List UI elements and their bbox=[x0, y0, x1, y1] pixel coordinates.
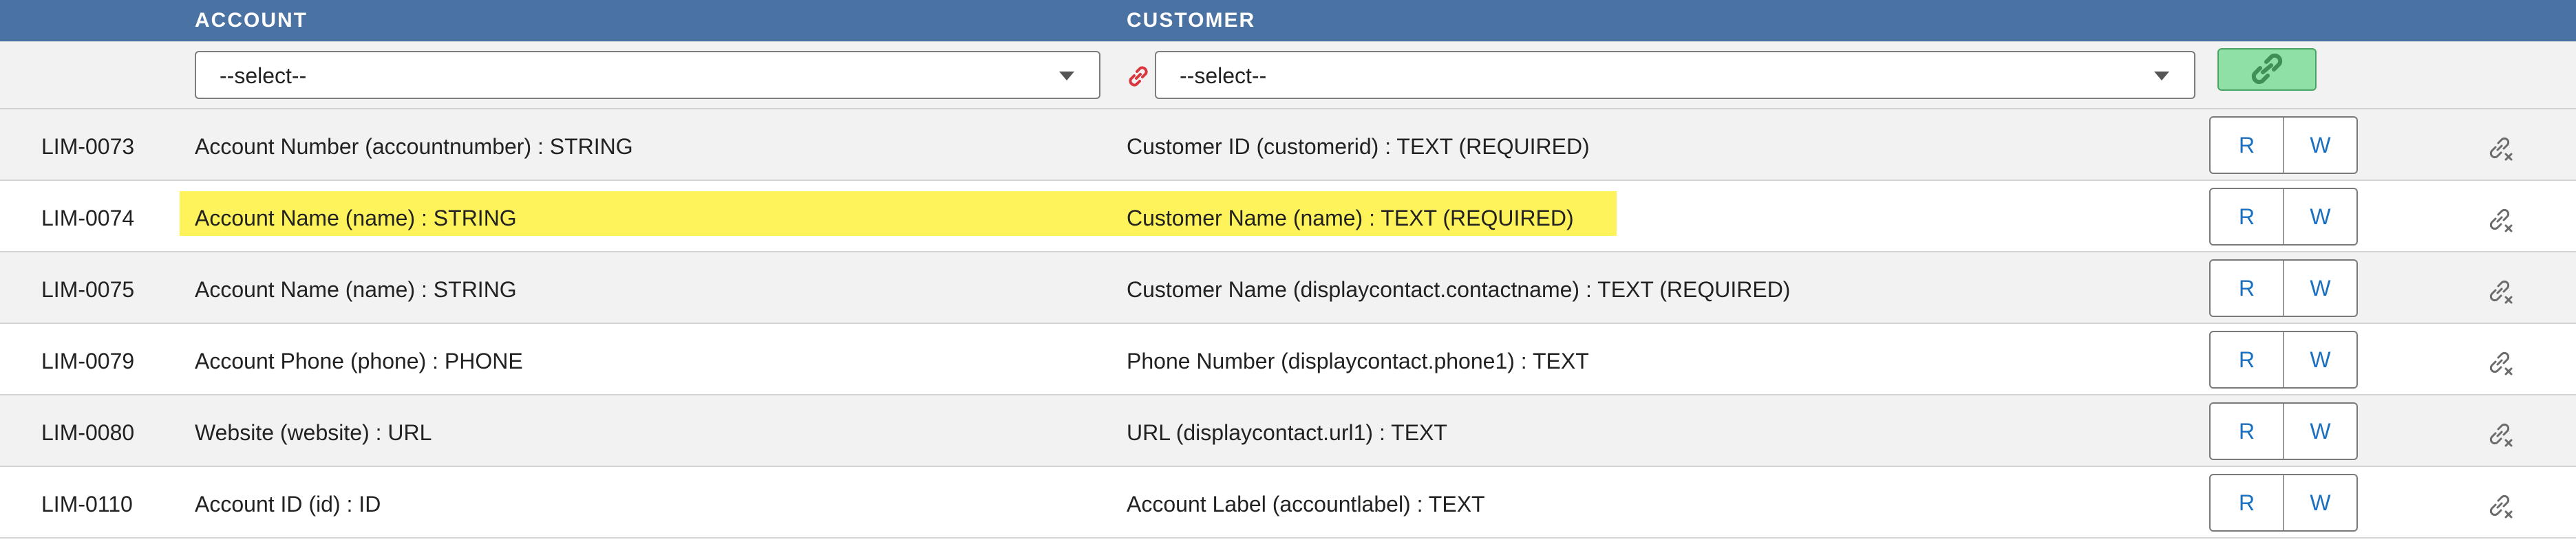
mapping-id: LIM-0110 bbox=[41, 492, 133, 516]
read-write-toggle: R W bbox=[2209, 402, 2358, 460]
read-write-toggle: R W bbox=[2209, 188, 2358, 246]
mapping-table: ACCOUNT CUSTOMER --select-- --select-- L… bbox=[0, 0, 2576, 544]
customer-select-value: --select-- bbox=[1180, 63, 1267, 88]
account-select-value: --select-- bbox=[220, 63, 307, 88]
unlink-icon[interactable] bbox=[2487, 135, 2515, 163]
customer-field: Customer Name (name) : TEXT (REQUIRED) bbox=[1127, 206, 1574, 230]
account-field: Website (website) : URL bbox=[195, 420, 432, 445]
chevron-down-icon bbox=[1059, 72, 1074, 80]
read-button[interactable]: R bbox=[2211, 261, 2284, 316]
chain-link-icon bbox=[1129, 66, 1148, 87]
filter-row: --select-- --select-- bbox=[0, 41, 2576, 109]
customer-field-select[interactable]: --select-- bbox=[1155, 51, 2195, 99]
account-field: Account Name (name) : STRING bbox=[195, 277, 517, 302]
customer-field: URL (displaycontact.url1) : TEXT bbox=[1127, 420, 1447, 445]
unlink-icon[interactable] bbox=[2487, 350, 2515, 378]
read-write-toggle: R W bbox=[2209, 331, 2358, 389]
account-field: Account Number (accountnumber) : STRING bbox=[195, 134, 633, 159]
mapping-id: LIM-0079 bbox=[41, 349, 135, 373]
read-button[interactable]: R bbox=[2211, 404, 2284, 459]
mapping-id: LIM-0073 bbox=[41, 134, 135, 159]
account-field: Account ID (id) : ID bbox=[195, 492, 381, 516]
customer-field: Phone Number (displaycontact.phone1) : T… bbox=[1127, 349, 1589, 373]
table-row: LIM-0073 Account Number (accountnumber) … bbox=[0, 109, 2576, 181]
write-button[interactable]: W bbox=[2284, 475, 2356, 530]
read-write-toggle: R W bbox=[2209, 259, 2358, 317]
read-write-toggle: R W bbox=[2209, 116, 2358, 174]
read-write-toggle: R W bbox=[2209, 474, 2358, 532]
link-fields-button[interactable] bbox=[2217, 48, 2317, 91]
table-row: LIM-0079 Account Phone (phone) : PHONE P… bbox=[0, 324, 2576, 395]
customer-field: Account Label (accountlabel) : TEXT bbox=[1127, 492, 1485, 516]
customer-field: Customer ID (customerid) : TEXT (REQUIRE… bbox=[1127, 134, 1590, 159]
write-button[interactable]: W bbox=[2284, 118, 2356, 173]
read-button[interactable]: R bbox=[2211, 475, 2284, 530]
chevron-down-icon bbox=[2154, 72, 2169, 80]
account-field: Account Name (name) : STRING bbox=[195, 206, 517, 230]
unlink-icon[interactable] bbox=[2487, 422, 2515, 449]
table-row: LIM-0110 Account ID (id) : ID Account La… bbox=[0, 467, 2576, 538]
customer-field: Customer Name (displaycontact.contactnam… bbox=[1127, 277, 1791, 302]
write-button[interactable]: W bbox=[2284, 404, 2356, 459]
unlink-icon[interactable] bbox=[2487, 279, 2515, 306]
mapping-rows: LIM-0073 Account Number (accountnumber) … bbox=[0, 109, 2576, 538]
write-button[interactable]: W bbox=[2284, 189, 2356, 244]
unlink-icon[interactable] bbox=[2487, 493, 2515, 521]
table-row: LIM-0075 Account Name (name) : STRING Cu… bbox=[0, 252, 2576, 324]
write-button[interactable]: W bbox=[2284, 261, 2356, 316]
write-button[interactable]: W bbox=[2284, 332, 2356, 387]
read-button[interactable]: R bbox=[2211, 189, 2284, 244]
link-icon bbox=[2251, 53, 2283, 85]
account-field: Account Phone (phone) : PHONE bbox=[195, 349, 523, 373]
account-column-header: ACCOUNT bbox=[195, 9, 308, 32]
read-button[interactable]: R bbox=[2211, 118, 2284, 173]
mapping-id: LIM-0075 bbox=[41, 277, 135, 302]
mapping-id: LIM-0074 bbox=[41, 206, 135, 230]
unlink-icon[interactable] bbox=[2487, 207, 2515, 235]
mapping-id: LIM-0080 bbox=[41, 420, 135, 445]
table-row: LIM-0074 Account Name (name) : STRING Cu… bbox=[0, 181, 2576, 252]
account-field-select[interactable]: --select-- bbox=[195, 51, 1100, 99]
customer-column-header: CUSTOMER bbox=[1127, 9, 1256, 32]
table-header: ACCOUNT CUSTOMER bbox=[0, 0, 2576, 41]
read-button[interactable]: R bbox=[2211, 332, 2284, 387]
table-row: LIM-0080 Website (website) : URL URL (di… bbox=[0, 395, 2576, 467]
